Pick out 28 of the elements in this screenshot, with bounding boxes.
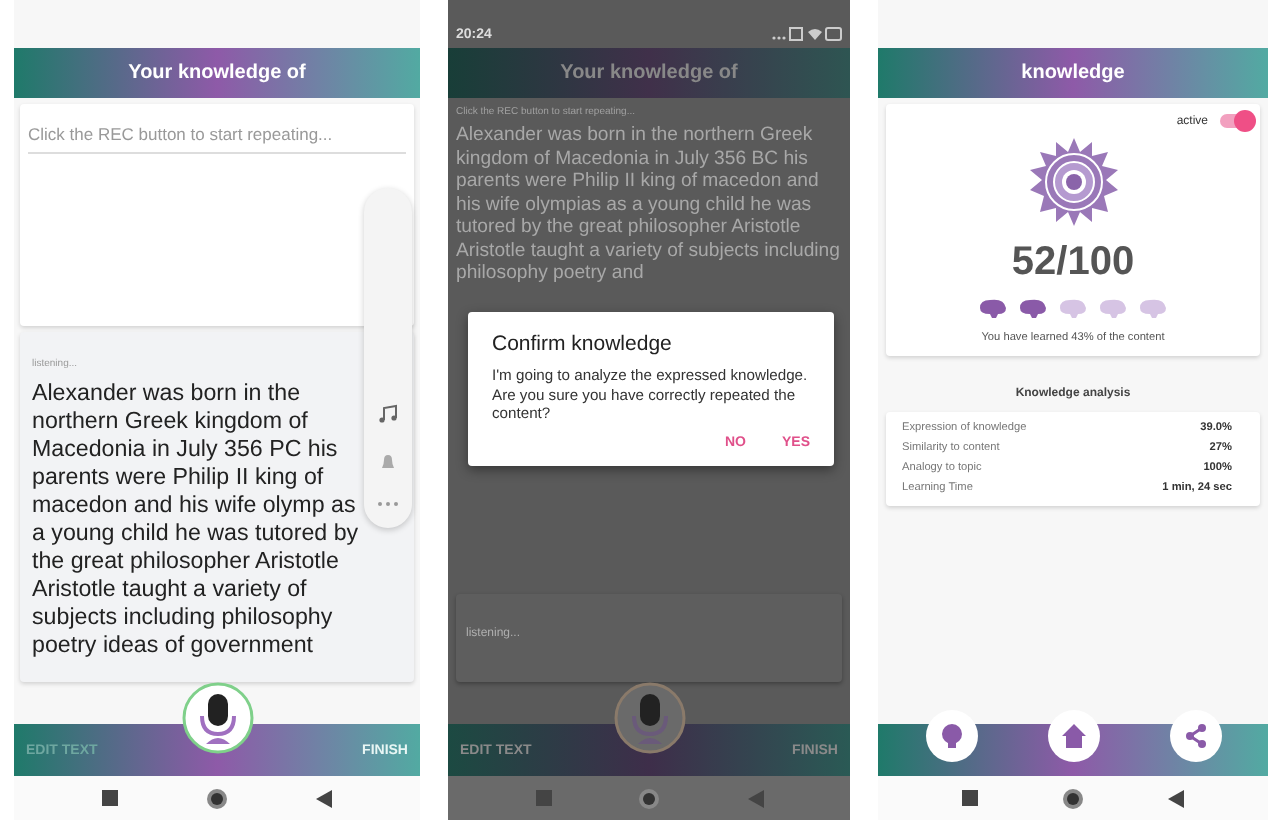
back-nav-icon[interactable] — [1168, 789, 1184, 807]
active-toggle[interactable] — [1220, 114, 1252, 128]
brain-button[interactable] — [925, 710, 977, 762]
brain-icon — [1018, 298, 1048, 320]
app-header: knowledge — [878, 48, 1268, 98]
brain-icon — [978, 298, 1008, 320]
transcript-text: Alexander was born in the northern Greek kingdom of Macedonia in July 356 PC his parents were Philip II king of macedon and his wife olymp as a young child he was tutored by the great philosopher Aristotle Aristotle taught a variety of subjects including philosophy poetry ideas of government — [32, 380, 361, 660]
home-button[interactable] — [1047, 710, 1099, 762]
input-field[interactable]: Click the REC button to start repeating... — [28, 124, 406, 154]
back-nav-icon[interactable] — [316, 789, 332, 807]
microphone-button[interactable] — [181, 682, 253, 754]
score-text: 52/100 — [1011, 240, 1135, 286]
music-note-icon[interactable] — [378, 404, 398, 424]
transcript-text: Alexander was born in the northern Greek kingdom of Macedonia in July 356 BC his parents were Philip II king of macedon and his wife olympias as a young child he was tutored by the great philosopher Aristotle Aristotle taught a variety of subjects including philosophy poetry and — [456, 124, 842, 285]
mandala-icon — [1027, 136, 1119, 228]
dialog-title: Confirm knowledge — [492, 332, 674, 356]
circle-nav-icon[interactable] — [206, 787, 228, 809]
share-button[interactable] — [1169, 710, 1221, 762]
app-header: Your knowledge of — [14, 48, 420, 98]
home-icon — [1059, 722, 1087, 750]
more-icon[interactable] — [376, 500, 400, 508]
brain-icon — [1058, 298, 1088, 320]
status-icons — [770, 26, 842, 42]
brain-icon — [1138, 298, 1168, 320]
brain-icon — [1098, 298, 1128, 320]
app-header: Your knowledge of — [448, 48, 850, 98]
circle-nav-icon[interactable] — [1062, 787, 1084, 809]
share-icon — [1181, 722, 1209, 750]
